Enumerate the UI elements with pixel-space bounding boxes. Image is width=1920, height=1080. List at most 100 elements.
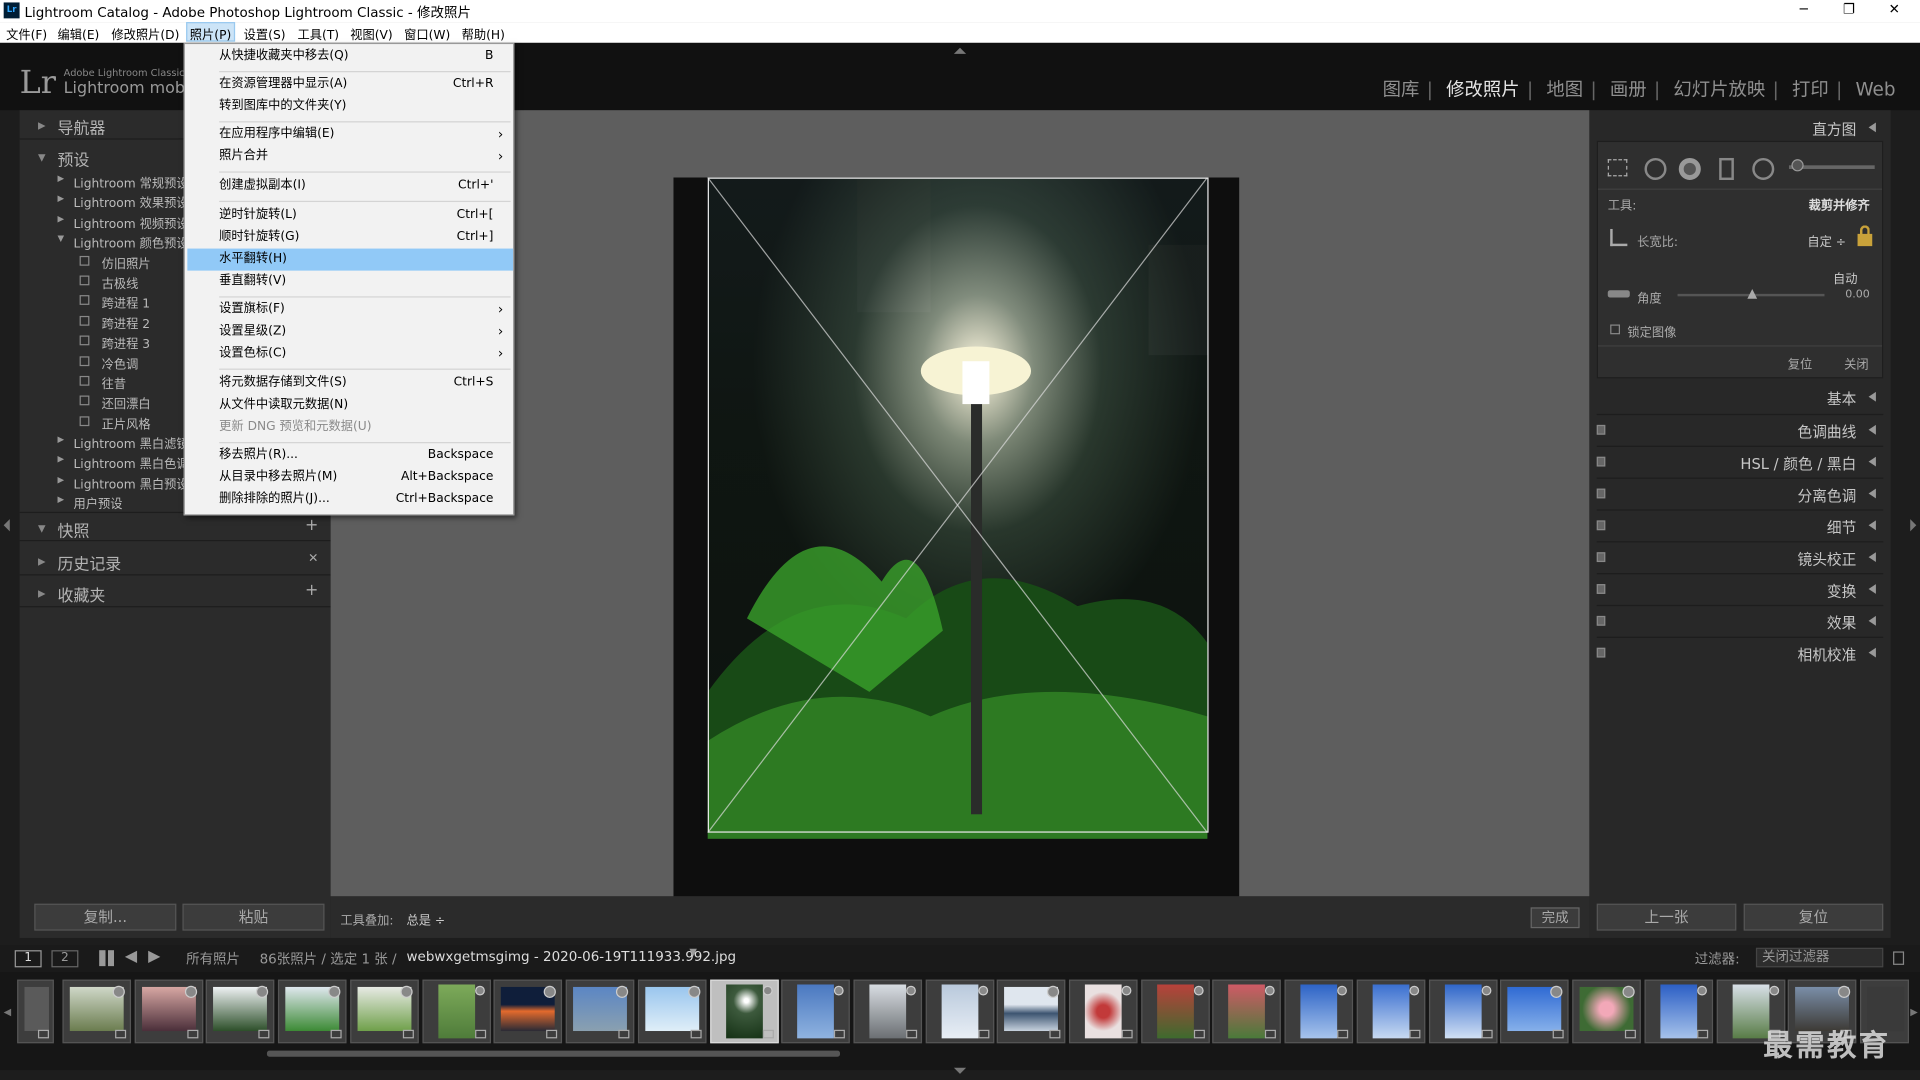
- thumbnail[interactable]: [1284, 979, 1354, 1044]
- window-2-button[interactable]: 2: [51, 950, 79, 968]
- menu-item-rotate-right[interactable]: 顺时针旋转(G) Ctrl+]: [187, 227, 513, 249]
- crop-close-button[interactable]: 关闭: [1844, 354, 1868, 372]
- menu-item-create-virtual-copy[interactable]: 创建虚拟副本(I) Ctrl+': [187, 175, 513, 197]
- menu-item-go-to-folder[interactable]: 转到图库中的文件夹(Y): [187, 96, 513, 118]
- preset-group[interactable]: ▶ Lightroom 常规预设: [20, 170, 191, 191]
- lock-icon[interactable]: [1857, 225, 1873, 247]
- module-print[interactable]: 打印: [1792, 78, 1829, 100]
- window-1-button[interactable]: 1: [14, 950, 42, 968]
- angle-value[interactable]: 0.00: [1845, 289, 1870, 301]
- menu-item-save-metadata[interactable]: 将元数据存储到文件(S) Ctrl+S: [187, 372, 513, 394]
- forward-arrow-icon[interactable]: ▶: [148, 948, 160, 966]
- menu-view[interactable]: 视图(V): [350, 24, 392, 42]
- history-header[interactable]: ▶ 历史记录 ✕: [19, 546, 331, 576]
- preset-item[interactable]: 仿旧照片: [20, 251, 191, 272]
- crop-overlay-icon[interactable]: [1607, 159, 1628, 177]
- menu-item-remove-photo[interactable]: 移去照片(R)... Backspace: [187, 444, 513, 466]
- menu-item-flip-horizontal[interactable]: 水平翻转(H): [187, 248, 514, 271]
- thumbnail[interactable]: [996, 979, 1066, 1044]
- effects-section[interactable]: 效果: [1596, 604, 1884, 634]
- minimize-button[interactable]: ─: [1785, 1, 1822, 17]
- collapse-left-icon[interactable]: [3, 519, 10, 532]
- thumbnail[interactable]: [493, 979, 563, 1044]
- thumbnail[interactable]: [1356, 979, 1426, 1044]
- module-web[interactable]: Web: [1855, 78, 1895, 100]
- source-label[interactable]: 所有照片: [186, 949, 240, 969]
- preset-item[interactable]: 冷色调: [20, 351, 191, 372]
- menu-photo[interactable]: 照片(P): [186, 22, 235, 43]
- menu-item-set-rating[interactable]: 设置星级(Z) ›: [187, 321, 513, 343]
- tool-overlay-select[interactable]: 总是 ÷: [407, 910, 446, 928]
- thumbnail[interactable]: [1572, 979, 1641, 1044]
- paste-button[interactable]: 粘贴: [182, 903, 325, 931]
- preset-item[interactable]: 跨进程 3: [20, 331, 191, 351]
- thumbnail[interactable]: [422, 979, 492, 1044]
- thumbnail[interactable]: [205, 979, 275, 1044]
- menu-develop[interactable]: 修改照片(D): [111, 24, 179, 42]
- module-develop[interactable]: 修改照片: [1446, 78, 1519, 100]
- red-eye-icon[interactable]: [1678, 157, 1701, 180]
- thumbnail[interactable]: [565, 979, 635, 1044]
- split-toning-section[interactable]: 分离色调: [1596, 477, 1884, 507]
- menu-item-photo-merge[interactable]: 照片合并 ›: [187, 146, 513, 168]
- menu-window[interactable]: 窗口(W): [404, 24, 450, 42]
- histogram-header[interactable]: 直方图: [1597, 113, 1884, 142]
- reset-button[interactable]: 复位: [1743, 903, 1884, 931]
- module-book[interactable]: 画册: [1610, 78, 1647, 100]
- thumbnail[interactable]: [1068, 979, 1138, 1044]
- filmstrip-right-icon[interactable]: ▶: [1910, 1007, 1918, 1018]
- previous-button[interactable]: 上一张: [1596, 903, 1737, 931]
- copy-button[interactable]: 复制...: [34, 903, 177, 931]
- thumbnail[interactable]: [1428, 979, 1498, 1044]
- image-canvas[interactable]: [330, 110, 1590, 897]
- straighten-icon[interactable]: [1607, 290, 1630, 298]
- calibration-section[interactable]: 相机校准: [1596, 636, 1884, 666]
- filename[interactable]: webwxgetmsgimg - 2020-06-19T111933.992.j…: [407, 949, 737, 965]
- menu-item-set-flag[interactable]: 设置旗标(F) ›: [187, 299, 513, 321]
- preset-group[interactable]: ▶ Lightroom 效果预设: [20, 190, 191, 210]
- grid-view-icon[interactable]: [99, 950, 116, 967]
- preset-item[interactable]: 还回漂白: [20, 391, 191, 411]
- basic-section[interactable]: 基本: [1597, 382, 1884, 411]
- collections-header[interactable]: ▶ 收藏夹 +: [19, 578, 331, 608]
- thumbnail[interactable]: [1212, 979, 1281, 1044]
- thumbnail[interactable]: [781, 979, 850, 1044]
- lens-corrections-section[interactable]: 镜头校正: [1596, 541, 1884, 570]
- menu-file[interactable]: 文件(F): [6, 24, 47, 42]
- adjustment-brush-icon[interactable]: [1791, 159, 1804, 172]
- thumbnail[interactable]: [1644, 979, 1714, 1044]
- close-button[interactable]: ✕: [1876, 1, 1913, 17]
- add-snapshot-icon[interactable]: +: [305, 517, 318, 535]
- crop-reset-button[interactable]: 复位: [1788, 354, 1812, 372]
- hsl-section[interactable]: HSL / 颜色 / 黑白: [1596, 445, 1884, 475]
- filter-select[interactable]: 关闭过滤器: [1755, 947, 1884, 968]
- module-slideshow[interactable]: 幻灯片放映: [1673, 78, 1765, 100]
- menu-help[interactable]: 帮助(H): [462, 24, 505, 42]
- thumbnail[interactable]: [1141, 979, 1210, 1044]
- graduated-filter-icon[interactable]: [1719, 157, 1734, 180]
- auto-button[interactable]: 自动: [1833, 268, 1857, 286]
- menu-settings[interactable]: 设置(S): [244, 24, 286, 42]
- preset-group[interactable]: ▶ Lightroom 黑白预设: [20, 471, 191, 492]
- done-button[interactable]: 完成: [1530, 907, 1580, 929]
- thumbnail[interactable]: [277, 979, 347, 1044]
- thumbnail[interactable]: [925, 979, 995, 1044]
- module-library[interactable]: 图库: [1383, 78, 1420, 100]
- menu-item-flip-vertical[interactable]: 垂直翻转(V): [187, 271, 513, 293]
- crop-icon[interactable]: [1610, 228, 1628, 247]
- angle-slider-thumb[interactable]: [1747, 288, 1758, 299]
- menu-item-edit-in[interactable]: 在应用程序中编辑(E) ›: [187, 124, 513, 146]
- thumbnail[interactable]: [62, 979, 132, 1044]
- preset-item[interactable]: 往昔: [20, 371, 191, 392]
- thumbnail[interactable]: [1500, 979, 1569, 1044]
- preset-group[interactable]: ▶ Lightroom 黑白色调: [20, 451, 191, 471]
- menu-item-remove-from-catalog[interactable]: 从目录中移去照片(M) Alt+Backspace: [187, 467, 513, 489]
- menu-item-read-metadata[interactable]: 从文件中读取元数据(N): [187, 394, 513, 416]
- preset-item[interactable]: 古极线: [20, 271, 191, 291]
- thumbnail[interactable]: [637, 979, 707, 1044]
- detail-section[interactable]: 细节: [1596, 509, 1884, 538]
- transform-section[interactable]: 变换: [1596, 573, 1884, 602]
- filmstrip-scrollbar[interactable]: [266, 1050, 840, 1057]
- thumbnail[interactable]: [17, 979, 54, 1044]
- thumbnail[interactable]: [853, 979, 923, 1044]
